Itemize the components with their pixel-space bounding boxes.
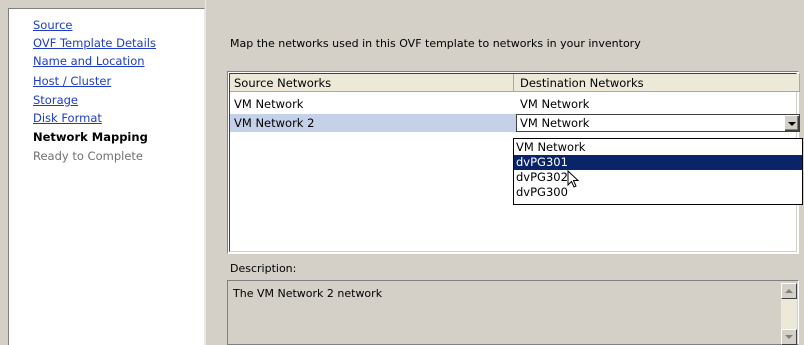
- nav-step-name-and-location[interactable]: Name and Location: [33, 54, 145, 68]
- nav-step-host-cluster[interactable]: Host / Cluster: [33, 74, 111, 88]
- nav-step-disk-format[interactable]: Disk Format: [33, 111, 102, 125]
- source-network-cell: VM Network: [234, 97, 304, 111]
- nav-step-storage[interactable]: Storage: [33, 93, 78, 107]
- nav-step-source[interactable]: Source: [33, 18, 73, 32]
- destination-network-cell: VM Network: [520, 97, 590, 111]
- description-scrollbar[interactable]: [781, 283, 797, 345]
- instruction-text: Map the networks used in this OVF templa…: [230, 37, 641, 50]
- destination-network-select[interactable]: VM Network: [516, 114, 800, 132]
- dropdown-arrow-icon[interactable]: [784, 115, 799, 131]
- nav-step-ovf-template-details[interactable]: OVF Template Details: [33, 36, 156, 50]
- description-label: Description:: [230, 262, 297, 275]
- table-row-selected[interactable]: VM Network 2 VM Network: [230, 114, 800, 132]
- dropdown-option-vm-network[interactable]: VM Network: [514, 140, 802, 155]
- destination-network-select-value: VM Network: [520, 116, 590, 130]
- table-row[interactable]: VM Network VM Network: [230, 95, 800, 113]
- destination-network-dropdown-list: VM Network dvPG301 dvPG302 dvPG300: [513, 138, 803, 205]
- wizard-steps-pane: Source OVF Template Details Name and Loc…: [8, 8, 205, 345]
- pane-divider: [205, 0, 206, 345]
- description-box: The VM Network 2 network: [227, 280, 799, 345]
- scroll-up-arrow-icon[interactable]: [781, 283, 797, 299]
- source-network-cell: VM Network 2: [234, 116, 315, 130]
- scroll-down-arrow-icon[interactable]: [781, 329, 797, 345]
- mouse-pointer-icon: [567, 170, 580, 188]
- dropdown-option-dvpg301[interactable]: dvPG301: [514, 155, 802, 170]
- nav-step-network-mapping: Network Mapping: [33, 130, 148, 144]
- column-header-destination-networks[interactable]: Destination Networks: [514, 74, 800, 92]
- nav-step-ready-to-complete: Ready to Complete: [33, 149, 143, 163]
- dropdown-option-dvpg302[interactable]: dvPG302: [514, 170, 802, 185]
- description-text: The VM Network 2 network: [233, 287, 383, 300]
- dropdown-option-dvpg300[interactable]: dvPG300: [514, 185, 802, 200]
- column-header-source-networks[interactable]: Source Networks: [230, 74, 514, 92]
